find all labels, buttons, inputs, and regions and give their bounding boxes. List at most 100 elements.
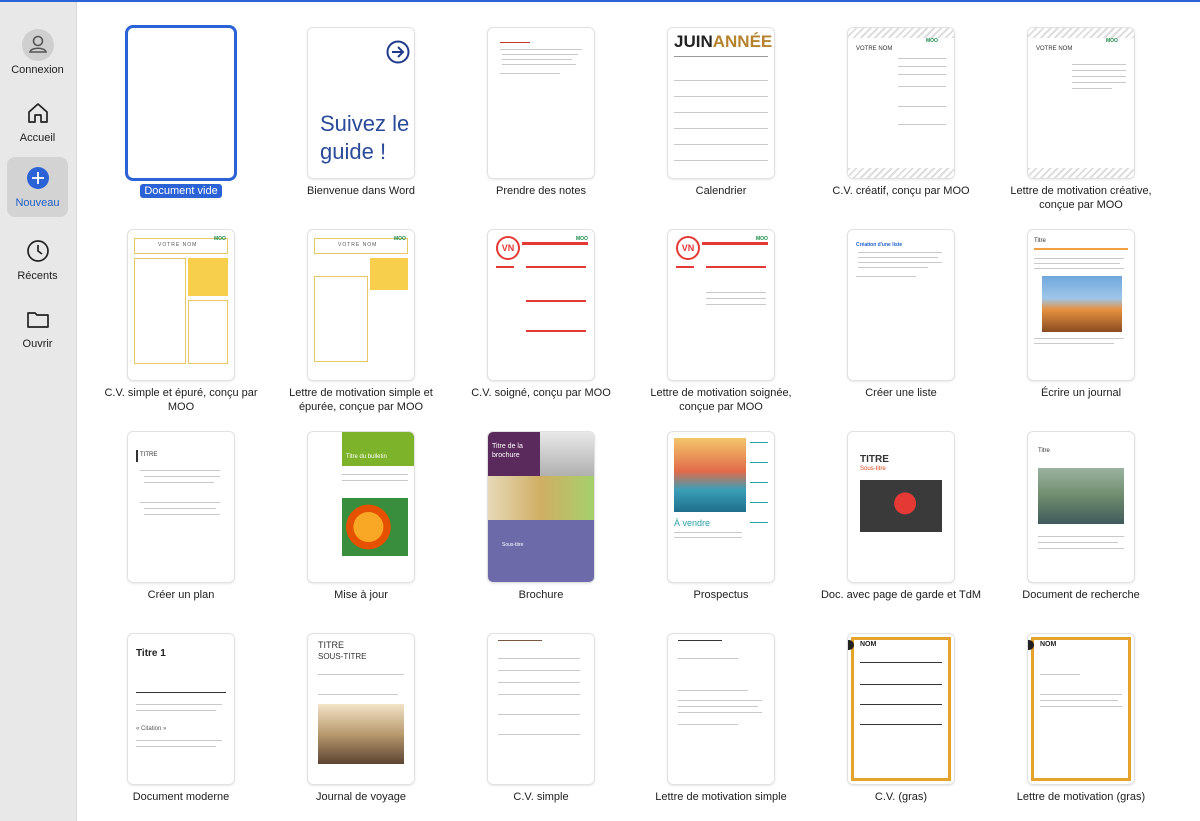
sidebar-item-accueil[interactable]: Accueil: [7, 92, 68, 152]
template-thumbnail[interactable]: [488, 634, 594, 784]
sidebar-item-label: Accueil: [19, 132, 56, 144]
template-thumbnail[interactable]: Titre du bulletin: [308, 432, 414, 582]
thumbnail-photo: [674, 438, 746, 512]
template-thumbnail[interactable]: Création d'une liste: [848, 230, 954, 380]
thumbnail-heading: NOM: [860, 641, 877, 648]
template-label: Journal de voyage: [316, 791, 406, 803]
template-thumbnail[interactable]: Titre: [1028, 432, 1134, 582]
thumbnail-heading: Titre: [1034, 238, 1046, 244]
template-label: C.V. créatif, conçu par MOO: [832, 185, 970, 197]
thumbnail-subtitle: Sous-titre: [860, 466, 886, 472]
template-gallery: Document vide Suivez le guide ! Bienvenu…: [77, 2, 1200, 821]
template-label: Document de recherche: [1022, 589, 1140, 601]
template-label: Doc. avec page de garde et TdM: [820, 589, 981, 601]
template-thumbnail[interactable]: JUINANNÉE: [668, 28, 774, 178]
sidebar-item-connexion[interactable]: Connexion: [7, 24, 68, 84]
thumbnail-heading: À vendre: [674, 518, 711, 528]
thumbnail-name: VOTRE NOM: [338, 242, 378, 248]
template-label: Bienvenue dans Word: [306, 185, 416, 197]
template-thumbnail[interactable]: VN MOO: [668, 230, 774, 380]
sidebar-item-label: Ouvrir: [22, 338, 53, 350]
thumbnail-quote: « Citation »: [136, 726, 167, 732]
template-label: Lettre de motivation simple et épurée, c…: [289, 387, 433, 413]
template-label: C.V. soigné, conçu par MOO: [471, 387, 611, 399]
monogram-badge: VN: [676, 236, 700, 260]
template-thumbnail[interactable]: TITRE SOUS-TITRE: [308, 634, 414, 784]
template-label: Lettre de motivation simple: [655, 791, 787, 803]
template-label: Document vide: [140, 184, 222, 198]
thumbnail-heading: NOM: [1040, 641, 1057, 648]
calendar-year: ANNÉE: [712, 32, 773, 51]
thumbnail-photo: [318, 704, 404, 764]
folder-icon: [21, 302, 55, 336]
thumbnail-heading: Titre 1: [136, 648, 166, 659]
template-thumbnail[interactable]: [488, 28, 594, 178]
template-thumbnail[interactable]: Suivez le guide !: [308, 28, 414, 178]
template-label: Mise à jour: [334, 589, 388, 601]
template-thumbnail[interactable]: À vendre: [668, 432, 774, 582]
arrow-right-icon: [386, 40, 410, 64]
template-label: Lettre de motivation créative, conçue pa…: [1010, 185, 1152, 211]
thumbnail-photo: [1042, 276, 1122, 332]
template-thumbnail[interactable]: NOM: [848, 634, 954, 784]
moo-logo: MOO: [926, 38, 938, 44]
calendar-month: JUIN: [674, 32, 713, 51]
template-thumbnail[interactable]: VOTRE NOM MOO: [1028, 28, 1134, 178]
sidebar: Connexion Accueil Nouveau Récents Ouvrir: [0, 2, 77, 821]
template-thumbnail[interactable]: VOTRE NOM MOO: [308, 230, 414, 380]
template-thumbnail[interactable]: NOM: [1028, 634, 1134, 784]
sidebar-item-label: Connexion: [11, 64, 64, 76]
template-thumbnail[interactable]: [668, 634, 774, 784]
template-label: Brochure: [518, 589, 564, 601]
sidebar-item-recents[interactable]: Récents: [7, 230, 68, 290]
template-label: Créer un plan: [147, 589, 215, 601]
template-label: C.V. (gras): [874, 791, 928, 803]
sidebar-item-label: Nouveau: [15, 197, 60, 209]
thumbnail-heading: Titre du bulletin: [346, 454, 387, 460]
template-label: Document moderne: [132, 791, 230, 803]
new-plus-icon: [21, 161, 55, 195]
sidebar-item-label: Récents: [17, 270, 58, 282]
thumbnail-photo: [860, 480, 942, 532]
thumbnail-heading: Titre: [1038, 448, 1050, 454]
template-label: Lettre de motivation soignée, conçue par…: [650, 387, 792, 413]
home-icon: [21, 96, 55, 130]
thumbnail-subtitle: SOUS-TITRE: [318, 652, 367, 661]
thumbnail-heading: TITRE: [860, 454, 889, 465]
thumbnail-subtitle: Sous-titre: [502, 542, 524, 548]
template-thumbnail[interactable]: TITRE: [128, 432, 234, 582]
template-label: Prendre des notes: [496, 185, 586, 197]
template-label: C.V. simple: [513, 791, 569, 803]
template-thumbnail[interactable]: Titre 1 « Citation »: [128, 634, 234, 784]
template-label: C.V. simple et épuré, conçu par MOO: [104, 387, 258, 413]
thumbnail-heading: TITRE: [318, 640, 344, 650]
thumbnail-heading: Suivez le guide !: [320, 111, 410, 164]
account-icon: [21, 28, 55, 62]
thumbnail-heading: Création d'une liste: [856, 242, 903, 248]
thumbnail-name: VOTRE NOM: [158, 242, 198, 248]
thumbnail-photo: [342, 498, 408, 556]
template-thumbnail[interactable]: TITRE Sous-titre: [848, 432, 954, 582]
template-label: Prospectus: [693, 589, 749, 601]
template-label: Écrire un journal: [1040, 387, 1122, 399]
moo-logo: MOO: [1106, 38, 1118, 44]
template-thumbnail[interactable]: Titre de la brochure Sous-titre: [488, 432, 594, 582]
thumbnail-heading: TITRE: [140, 452, 158, 458]
sidebar-item-ouvrir[interactable]: Ouvrir: [7, 298, 68, 358]
template-label: Créer une liste: [865, 387, 937, 399]
template-thumbnail[interactable]: Titre: [1028, 230, 1134, 380]
moo-logo: MOO: [214, 236, 226, 242]
template-thumbnail[interactable]: VN MOO: [488, 230, 594, 380]
thumbnail-name: VOTRE NOM: [856, 46, 893, 52]
moo-logo: MOO: [394, 236, 406, 242]
template-thumbnail[interactable]: VOTRE NOM MOO: [128, 230, 234, 380]
template-thumbnail[interactable]: VOTRE NOM MOO: [848, 28, 954, 178]
thumbnail-name: VOTRE NOM: [1036, 46, 1073, 52]
sidebar-item-nouveau[interactable]: Nouveau: [7, 157, 68, 217]
thumbnail-heading: Titre de la brochure: [492, 443, 523, 459]
template-label: Lettre de motivation (gras): [1016, 791, 1146, 803]
monogram-badge: VN: [496, 236, 520, 260]
template-thumbnail[interactable]: [128, 28, 234, 178]
thumbnail-photo: [1038, 468, 1124, 524]
clock-icon: [21, 234, 55, 268]
